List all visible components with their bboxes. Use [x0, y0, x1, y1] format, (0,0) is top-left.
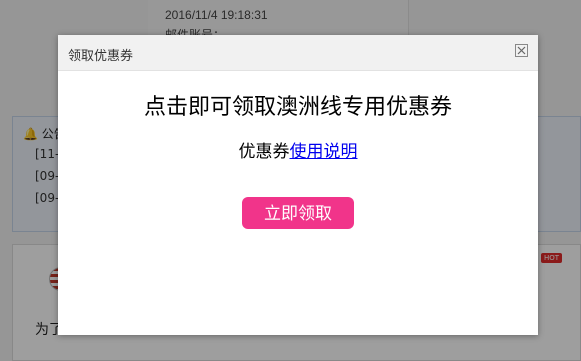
- dialog-title: 领取优惠券: [68, 49, 134, 64]
- close-icon: [517, 46, 526, 55]
- dialog-header: 领取优惠券: [58, 35, 538, 71]
- coupon-dialog: 领取优惠券 点击即可领取澳洲线专用优惠券 优惠券使用说明 立即领取: [58, 35, 538, 335]
- usage-instructions-link[interactable]: 使用说明: [290, 142, 358, 162]
- dialog-headline: 点击即可领取澳洲线专用优惠券: [143, 95, 452, 120]
- close-button[interactable]: [515, 44, 528, 57]
- claim-now-button[interactable]: 立即领取: [242, 197, 354, 229]
- dialog-subline: 优惠券使用说明: [58, 137, 538, 162]
- subline-prefix: 优惠券: [238, 142, 290, 162]
